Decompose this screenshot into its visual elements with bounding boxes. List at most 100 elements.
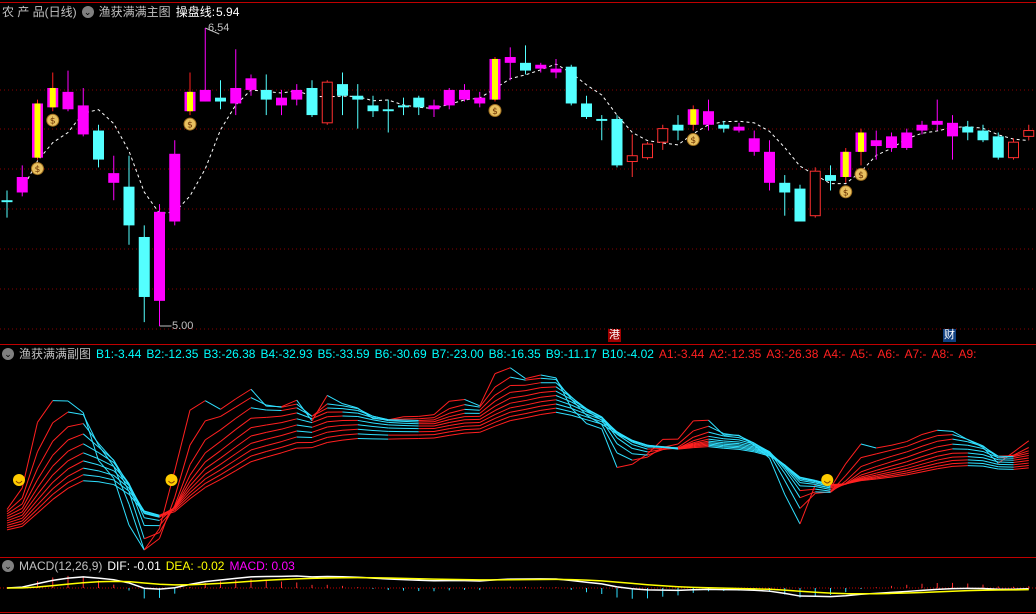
candle-body <box>199 89 211 102</box>
wave-segment <box>342 411 358 414</box>
pane-divider <box>0 344 1036 345</box>
wave-segment <box>449 416 465 421</box>
candle <box>154 204 165 326</box>
wave-segment <box>281 442 297 448</box>
wave-segment <box>52 460 69 476</box>
candle <box>77 87 89 137</box>
wave-segment <box>906 439 923 447</box>
sub-indicator-name[interactable]: 渔获满满副图 <box>19 347 91 361</box>
wave-segment <box>235 417 252 430</box>
candle-stripe <box>690 109 697 125</box>
a-values: A1:-3.44 A2:-12.35 A3:-26.38 A4:- A5:- A6:- A7… <box>659 347 977 361</box>
candle-body <box>596 118 608 121</box>
dif-label: DIF: <box>107 559 131 573</box>
marker-gang[interactable]: 港 <box>608 329 621 342</box>
candle <box>733 122 745 133</box>
wave-segment <box>723 442 740 445</box>
candle-body <box>550 68 562 73</box>
wave-segment <box>296 447 313 449</box>
macd-chart <box>0 575 1036 599</box>
a-label: A5: <box>850 347 869 361</box>
wave-segment <box>37 422 54 452</box>
candle <box>687 105 699 131</box>
wave-segment <box>479 418 496 427</box>
wave-segment <box>327 439 343 444</box>
candle-body <box>123 186 135 226</box>
wave-segment <box>510 395 526 399</box>
candle-body <box>1023 130 1035 137</box>
b-value-1: B1:-3.44 <box>96 347 141 361</box>
candle-body <box>276 97 287 106</box>
candle-body <box>1 200 13 203</box>
candle-body <box>260 89 272 100</box>
b-value-8: B8:-16.35 <box>489 347 541 361</box>
wave-segment <box>799 491 816 499</box>
macd-name[interactable]: MACD(12,26,9) <box>19 559 102 573</box>
b-label: B9: <box>545 347 564 361</box>
wave-segment <box>937 452 953 457</box>
wave-segment <box>372 429 389 432</box>
b-value-3: B3:-26.38 <box>203 347 255 361</box>
wave-segment <box>250 424 267 429</box>
wave-segment <box>921 446 938 453</box>
wave-segment <box>235 455 252 466</box>
wave-segment <box>784 494 801 525</box>
candle-body <box>62 91 74 110</box>
wave-segment <box>98 470 114 476</box>
wave-segment <box>891 451 907 457</box>
wave-segment <box>250 407 267 411</box>
a-value-7: A7:- <box>904 347 926 361</box>
b-label: B5: <box>317 347 336 361</box>
wave-segment <box>510 417 526 422</box>
wave-segment <box>464 428 480 431</box>
marker-cai[interactable]: 财 <box>943 329 956 342</box>
smiley-icon <box>821 474 834 486</box>
candle <box>626 134 638 177</box>
candle-body <box>886 136 897 148</box>
wave-segment <box>37 454 54 480</box>
wave-segment <box>937 448 953 453</box>
wave-segment <box>418 414 435 417</box>
wave-segment <box>876 444 892 449</box>
wave-segment <box>281 436 297 443</box>
candle <box>489 57 501 102</box>
wave-segment <box>464 408 480 411</box>
money-bag-icon: $ <box>187 121 193 131</box>
chevron-down-icon[interactable]: ⌄ <box>2 348 14 360</box>
wave-segment <box>723 446 740 449</box>
candle-body <box>169 153 181 222</box>
wave-segment <box>327 394 343 405</box>
wave-segment <box>449 422 465 426</box>
wave-segment <box>921 451 938 458</box>
candle-stripe <box>492 58 498 100</box>
dif-value: -0.01 <box>133 559 161 573</box>
wave-segment <box>372 422 389 426</box>
wave-segment <box>937 463 953 467</box>
chevron-down-icon[interactable]: ⌄ <box>2 560 14 572</box>
candle-body <box>245 78 257 90</box>
candle <box>947 115 958 160</box>
wave-segment <box>311 436 328 444</box>
candle <box>230 49 242 116</box>
wave-segment <box>205 478 221 488</box>
wave-segment <box>937 429 953 432</box>
wave-segment <box>67 433 84 441</box>
candle <box>474 91 486 108</box>
a-label: A6: <box>877 347 896 361</box>
candle-body <box>443 89 455 106</box>
wave-segment <box>327 415 343 418</box>
candle <box>565 64 577 106</box>
a-number: - <box>922 347 927 361</box>
wave-segment <box>937 460 953 464</box>
candle-body <box>657 128 669 143</box>
wave-segment <box>449 398 465 402</box>
wave-segment <box>357 419 374 424</box>
a-label: A2: <box>709 347 728 361</box>
wave-segment <box>357 424 374 428</box>
sub-header: ⌄ 渔获满满副图 B1:-3.44 B2:-12.35 B3:-26.38 B4:-3… <box>2 347 976 361</box>
wave-segment <box>205 474 221 484</box>
candle <box>809 167 821 218</box>
candle <box>748 130 760 156</box>
wave-segment <box>449 408 465 414</box>
wave-segment <box>510 376 526 381</box>
